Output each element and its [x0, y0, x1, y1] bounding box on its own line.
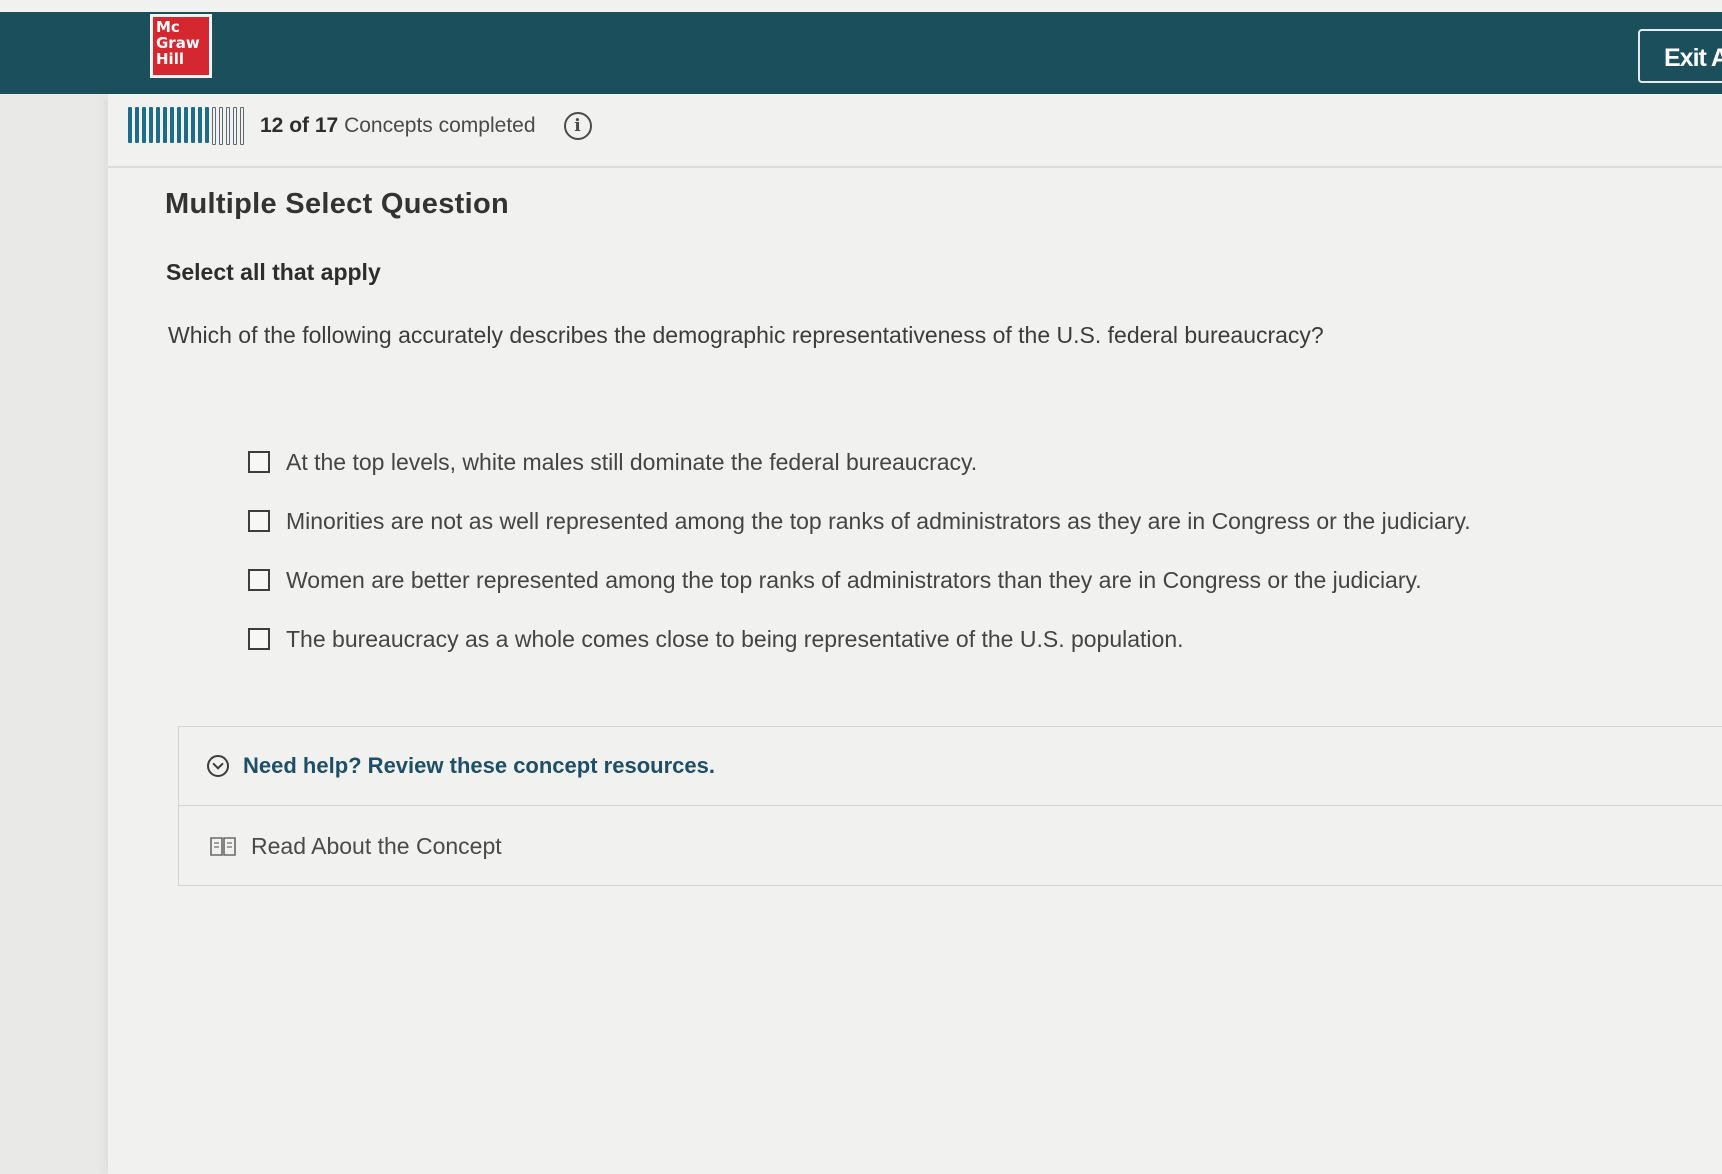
concept-progress-bar	[128, 107, 244, 145]
progress-segment	[163, 107, 167, 143]
of-label: of	[289, 114, 310, 137]
answer-options: At the top levels, white males still dom…	[248, 440, 1548, 676]
concept-resources-title: Need help? Review these concept resource…	[243, 753, 715, 778]
question-instruction: Select all that apply	[166, 259, 381, 285]
option-label: Minorities are not as well represented a…	[286, 507, 1471, 534]
logo-line-3: Hill	[156, 50, 184, 68]
progress-segment-empty	[219, 107, 223, 145]
checkbox[interactable]	[248, 628, 270, 650]
progress-segment	[149, 107, 153, 143]
progress-segment-empty	[226, 107, 230, 145]
question-prompt: Which of the following accurately descri…	[168, 322, 1324, 348]
progress-segment-empty	[212, 107, 216, 145]
progress-segment	[135, 107, 139, 143]
logo-line-1: Mc	[156, 18, 180, 36]
progress-suffix: Concepts completed	[344, 114, 536, 137]
answer-option[interactable]: The bureaucracy as a whole comes close t…	[248, 617, 1548, 661]
option-label: The bureaucracy as a whole comes close t…	[286, 625, 1184, 652]
progress-segment	[128, 107, 132, 143]
exit-button[interactable]: Exit A	[1638, 29, 1722, 83]
concept-resources-toggle[interactable]: Need help? Review these concept resource…	[179, 727, 1722, 806]
concept-resources-panel: Need help? Review these concept resource…	[178, 726, 1722, 886]
progress-segment	[198, 107, 202, 143]
logo-line-2: Graw	[156, 34, 200, 52]
checkbox[interactable]	[248, 451, 270, 473]
answer-option[interactable]: Women are better represented among the t…	[248, 558, 1548, 602]
checkbox[interactable]	[248, 510, 270, 532]
checkbox[interactable]	[248, 569, 270, 591]
total-count: 17	[314, 114, 339, 137]
progress-segment-empty	[240, 107, 244, 145]
chevron-down-icon	[207, 755, 229, 777]
progress-row: 12 of 17 Concepts completed i	[128, 104, 592, 148]
header-bar	[0, 12, 1722, 94]
option-label: At the top levels, white males still dom…	[286, 448, 978, 475]
question-type-heading: Multiple Select Question	[165, 188, 509, 220]
progress-segment	[177, 107, 181, 143]
progress-segment	[142, 107, 146, 143]
answer-option[interactable]: Minorities are not as well represented a…	[248, 499, 1548, 543]
answer-option[interactable]: At the top levels, white males still dom…	[248, 440, 1548, 484]
read-about-concept-label: Read About the Concept	[251, 832, 502, 859]
progress-segment	[205, 107, 209, 143]
mcgraw-hill-logo: Mc Graw Hill	[150, 14, 212, 78]
progress-text: 12 of 17 Concepts completed	[260, 114, 536, 138]
book-icon	[210, 837, 236, 856]
divider	[108, 166, 1722, 168]
progress-segment	[184, 107, 188, 143]
progress-segment	[191, 107, 195, 143]
read-about-concept-link[interactable]: Read About the Concept	[179, 806, 1722, 886]
progress-segment	[170, 107, 174, 143]
completed-count: 12	[260, 114, 284, 137]
option-label: Women are better represented among the t…	[286, 566, 1422, 593]
progress-segment	[156, 107, 160, 143]
info-icon[interactable]: i	[563, 112, 592, 140]
progress-segment-empty	[233, 107, 237, 145]
